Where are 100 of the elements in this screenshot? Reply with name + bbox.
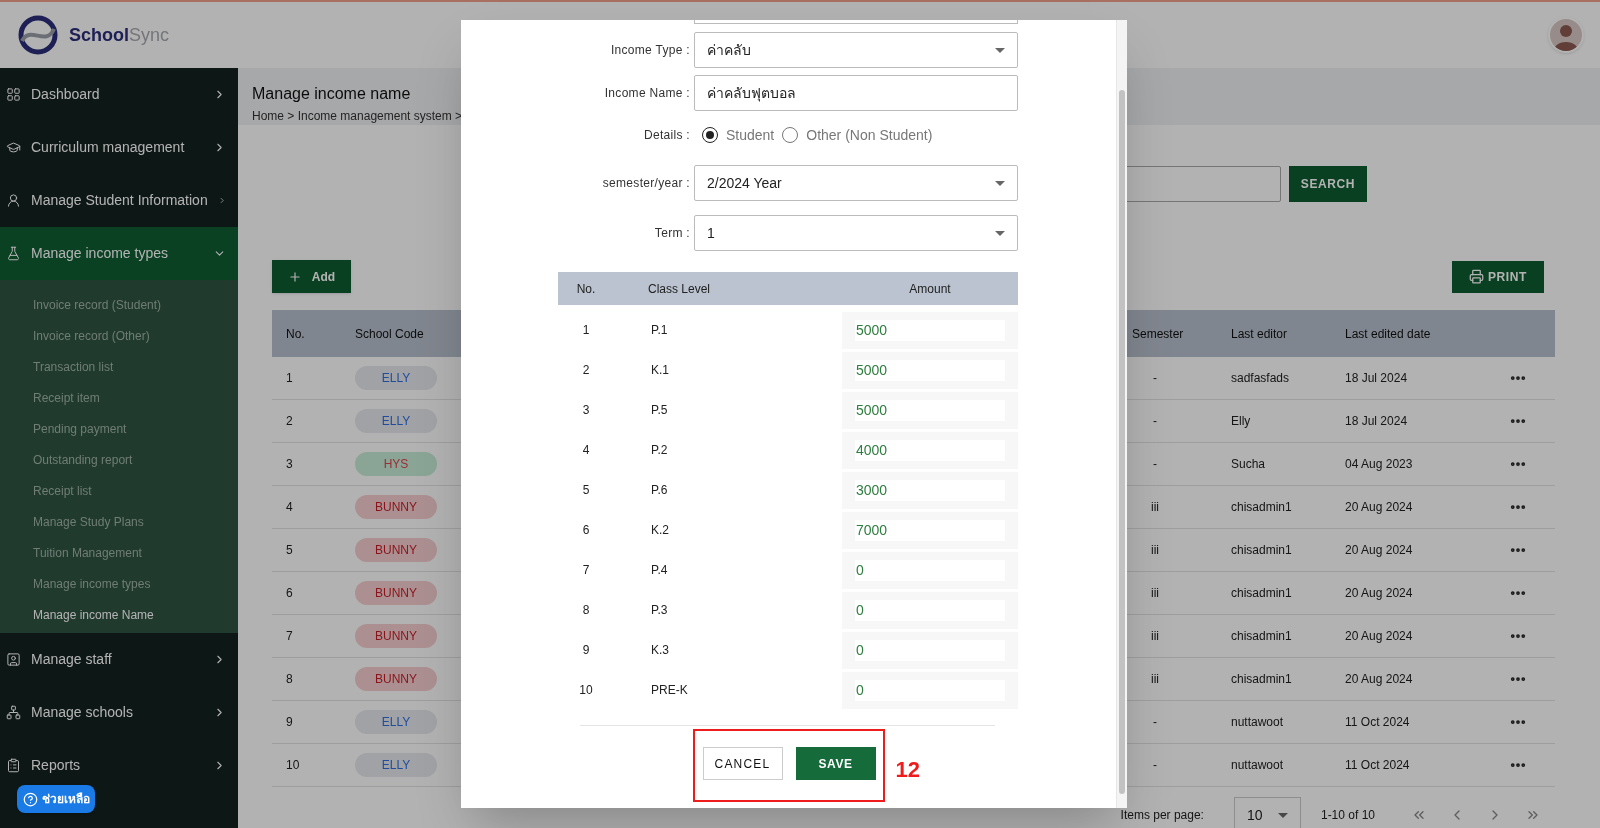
table-cell-text: P.3 — [650, 602, 669, 619]
table-cell-text: 20 Aug 2024 — [1345, 671, 1414, 688]
printer-icon — [1469, 269, 1484, 284]
submenu-item[interactable]: Manage income types — [0, 568, 238, 599]
table-cell-text: 9 — [285, 714, 294, 731]
amount-field[interactable]: 0 — [855, 559, 1005, 581]
field-label: Details : — [642, 127, 690, 144]
page-title: Manage income name — [252, 84, 411, 104]
input-field[interactable]: ค่าคลับฟุตบอล — [694, 75, 1018, 111]
grid-icon — [6, 87, 21, 102]
sidebar-item[interactable]: Manage income types — [0, 227, 238, 280]
school-code-tag: BUNNY — [355, 667, 437, 691]
table-cell-text: 10 — [578, 682, 594, 699]
table-cell-text: iii — [1150, 628, 1160, 645]
search-button[interactable]: SEARCH — [1289, 166, 1367, 202]
submenu-item[interactable]: Tuition Management — [0, 537, 238, 568]
table-cell-text: 20 Aug 2024 — [1345, 542, 1414, 559]
plus-icon — [287, 269, 302, 284]
table-cell-text: 4 — [581, 442, 591, 459]
amount-field[interactable]: 5000 — [855, 359, 1005, 381]
scrollbar[interactable] — [1116, 20, 1127, 808]
table-cell-text: P.6 — [650, 482, 669, 499]
table-cell-text: - — [1152, 757, 1158, 774]
avatar[interactable] — [1548, 17, 1584, 53]
brand-name: SchoolSync — [69, 23, 170, 47]
amount-field[interactable]: 0 — [855, 679, 1005, 701]
table-cell-text: P.5 — [650, 402, 669, 419]
table-cell-text: 5 — [581, 482, 591, 499]
table-cell-text: 6 — [581, 522, 591, 539]
table-cell-text: 11 Oct 2024 — [1345, 757, 1411, 774]
table-cell-text: PRE-K — [650, 682, 689, 699]
table-cell-text: iii — [1150, 499, 1160, 516]
school-code-tag: BUNNY — [355, 624, 437, 648]
column-header: No. — [575, 280, 597, 298]
table-cell-text: iii — [1150, 542, 1160, 559]
table-cell-text: 20 Aug 2024 — [1345, 628, 1414, 645]
table-cell-text: iii — [1150, 585, 1160, 602]
submenu-item[interactable]: Transaction list — [0, 351, 238, 382]
sidebar-item[interactable]: Reports — [0, 749, 238, 782]
save-button[interactable]: SAVE — [795, 747, 876, 780]
submenu-item[interactable]: Manage Study Plans — [0, 506, 238, 537]
radio-option[interactable]: Student — [702, 124, 775, 146]
submenu-item[interactable]: Invoice record (Student) — [0, 289, 238, 320]
table-cell-text: chisadmin1 — [1230, 542, 1293, 559]
submenu-item[interactable]: Outstanding report — [0, 444, 238, 475]
items-per-page-label: Items per page: — [1120, 807, 1204, 824]
table-cell-text: P.2 — [650, 442, 669, 459]
table-cell-text: chisadmin1 — [1230, 585, 1293, 602]
add-button[interactable]: Add — [272, 260, 351, 293]
column-header: Last editor — [1230, 325, 1289, 343]
table-cell-text: 9 — [581, 642, 591, 659]
select-field[interactable]: 2/2024 Year — [694, 165, 1018, 201]
per-page-select[interactable]: 10 — [1233, 797, 1301, 828]
select-field[interactable]: ค่าคลับ — [694, 32, 1018, 68]
clipboard-icon — [6, 758, 21, 773]
amount-field[interactable]: 3000 — [855, 479, 1005, 501]
amount-field[interactable]: 5000 — [855, 399, 1005, 421]
id-card-icon — [6, 652, 21, 667]
table-cell-text: 20 Aug 2024 — [1345, 499, 1414, 516]
caret-icon — [995, 47, 1005, 53]
table-cell-text: 2 — [285, 413, 294, 430]
graduation-cap-icon — [6, 140, 21, 155]
table-cell-text: 1 — [581, 322, 591, 339]
caret-icon — [995, 230, 1005, 236]
cancel-button[interactable]: CANCEL — [702, 747, 783, 780]
table-cell-text: chisadmin1 — [1230, 671, 1293, 688]
submenu-item[interactable]: Pending payment — [0, 413, 238, 444]
table-cell-text: K.3 — [650, 642, 670, 659]
table-cell-text: 18 Jul 2024 — [1345, 370, 1409, 387]
sidebar-item[interactable]: Manage Student Information — [0, 184, 238, 217]
table-cell-text: 6 — [285, 585, 294, 602]
table-cell-text: chisadmin1 — [1230, 499, 1293, 516]
amount-field[interactable]: 0 — [855, 639, 1005, 661]
amount-field[interactable]: 7000 — [855, 519, 1005, 541]
person-icon — [6, 193, 21, 208]
column-header: No. — [285, 325, 306, 343]
radio-option[interactable]: Other (Non Student) — [782, 124, 933, 146]
table-cell-text: 18 Jul 2024 — [1345, 413, 1409, 430]
amount-field[interactable]: 4000 — [855, 439, 1005, 461]
table-cell-text: P.1 — [650, 322, 669, 339]
submenu-item[interactable]: Invoice record (Other) — [0, 320, 238, 351]
print-button[interactable]: PRINT — [1452, 260, 1544, 293]
logo-icon — [16, 13, 60, 57]
table-cell-text: P.4 — [650, 562, 669, 579]
sidebar-item[interactable]: Curriculum management — [0, 131, 238, 164]
amount-field[interactable]: 5000 — [855, 319, 1005, 341]
sidebar-item[interactable]: Manage schools — [0, 696, 238, 729]
submenu-item[interactable]: Receipt list — [0, 475, 238, 506]
school-code-tag: ELLY — [355, 753, 437, 777]
table-cell-text: 7 — [581, 562, 591, 579]
school-code-tag: BUNNY — [355, 581, 437, 605]
sidebar-item[interactable]: Dashboard — [0, 78, 238, 111]
sidebar-item[interactable]: Manage staff — [0, 643, 238, 676]
submenu-item[interactable]: Manage income Name — [0, 599, 238, 630]
submenu-item[interactable]: Receipt item — [0, 382, 238, 413]
help-icon — [22, 791, 38, 807]
table-cell-text: 11 Oct 2024 — [1345, 714, 1411, 731]
amount-field[interactable]: 0 — [855, 599, 1005, 621]
select-field[interactable]: 1 — [694, 215, 1018, 251]
help-button[interactable]: ช่วยเหลือ — [17, 785, 95, 813]
